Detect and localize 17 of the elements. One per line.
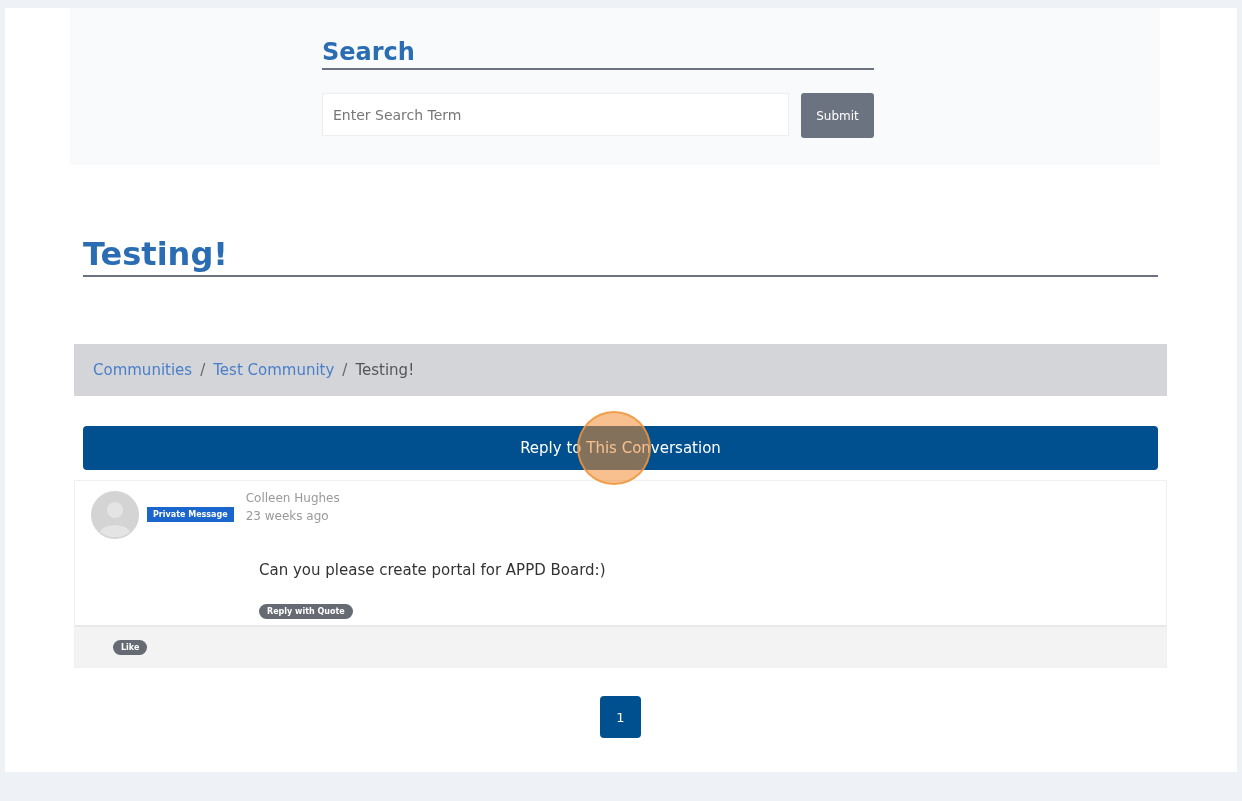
search-field[interactable]: Enter Search Term [322,93,789,136]
topic-title: Testing! [83,235,1158,277]
reply-with-quote-button[interactable]: Reply with Quote [259,604,353,619]
breadcrumb-link[interactable]: Communities [93,361,193,379]
post-author: Colleen Hughes [245,491,340,505]
post-body: Can you please create portal for APPD Board:) [258,560,607,579]
submit-button[interactable]: Submit [801,93,874,138]
breadcrumb-separator: / [342,361,348,379]
private-message-badge: Private Message [147,507,234,522]
breadcrumb-separator: / [200,361,206,379]
avatar-icon [91,491,139,539]
like-button[interactable]: Like [113,639,148,655]
current-page-label: Testing! [355,361,415,379]
page-button[interactable]: 1 [600,696,641,738]
search-heading: Search [322,38,874,70]
post-time: 23 weeks ago [245,509,330,523]
breadcrumb-link[interactable]: Test Community [213,361,335,379]
